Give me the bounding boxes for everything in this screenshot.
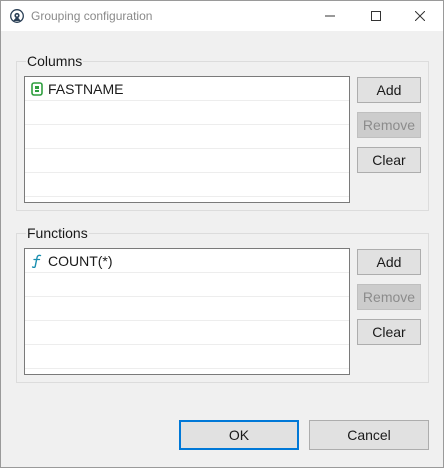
window-title: Grouping configuration — [31, 9, 153, 23]
list-item-label: COUNT(*) — [48, 253, 113, 269]
empty-row — [25, 345, 349, 369]
columns-add-button[interactable]: Add — [357, 77, 421, 103]
columns-group: Columns FASTNAME Add Remove Clear — [16, 53, 429, 211]
empty-row — [25, 173, 349, 197]
maximize-icon — [371, 11, 381, 21]
functions-clear-button[interactable]: Clear — [357, 319, 421, 345]
list-item-label: FASTNAME — [48, 81, 124, 97]
functions-add-button[interactable]: Add — [357, 249, 421, 275]
empty-row — [25, 125, 349, 149]
columns-list[interactable]: FASTNAME — [24, 76, 350, 203]
column-icon — [31, 82, 43, 96]
functions-remove-button[interactable]: Remove — [357, 284, 421, 310]
empty-row — [25, 149, 349, 173]
functions-list[interactable]: COUNT(*) — [24, 248, 350, 375]
list-item[interactable]: COUNT(*) — [25, 249, 349, 273]
minimize-button[interactable] — [307, 1, 353, 31]
cancel-button[interactable]: Cancel — [309, 420, 429, 450]
minimize-icon — [325, 15, 335, 17]
columns-remove-button[interactable]: Remove — [357, 112, 421, 138]
app-gear-icon — [10, 9, 24, 23]
empty-row — [25, 321, 349, 345]
columns-group-label: Columns — [26, 53, 84, 69]
empty-row — [25, 273, 349, 297]
maximize-button[interactable] — [353, 1, 399, 31]
columns-clear-button[interactable]: Clear — [357, 147, 421, 173]
functions-group-label: Functions — [26, 225, 89, 241]
grouping-configuration-dialog: Grouping configuration Columns FASTNAME … — [0, 0, 444, 468]
list-item[interactable]: FASTNAME — [25, 77, 349, 101]
functions-group: Functions COUNT(*) Add Remove Clear — [16, 225, 429, 383]
empty-row — [25, 101, 349, 125]
empty-row — [25, 297, 349, 321]
function-icon — [31, 254, 43, 269]
close-button[interactable] — [397, 1, 443, 31]
title-bar: Grouping configuration — [1, 1, 443, 31]
ok-button[interactable]: OK — [179, 420, 299, 450]
close-icon — [415, 11, 425, 21]
